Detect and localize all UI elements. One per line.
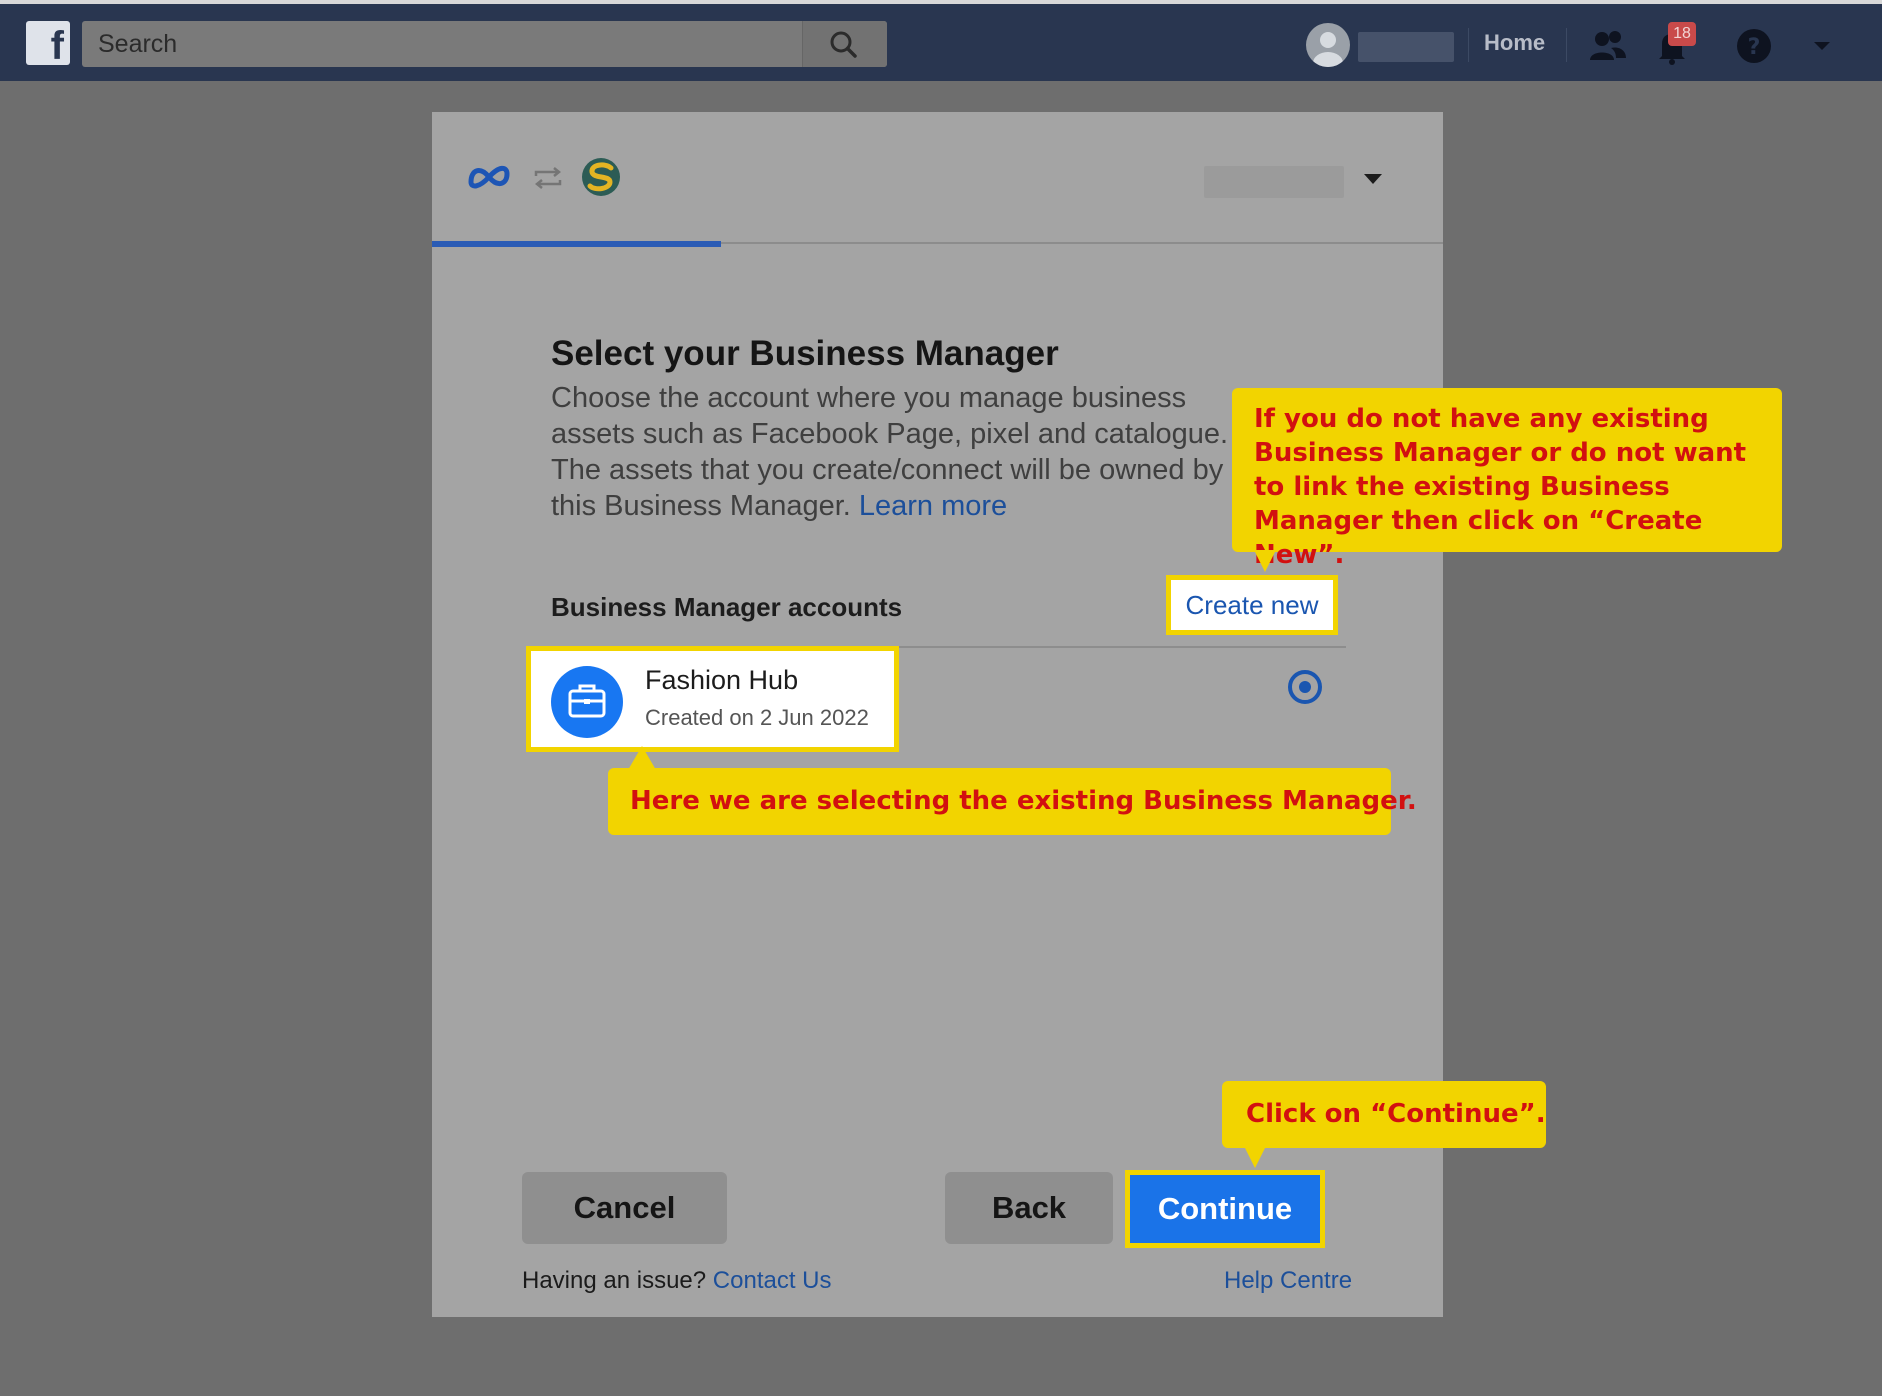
nav-home-link[interactable]: Home	[1484, 30, 1545, 56]
continue-highlight: Continue	[1125, 1170, 1325, 1248]
account-name-redacted[interactable]	[1204, 166, 1344, 198]
continue-button[interactable]: Continue	[1130, 1175, 1320, 1243]
create-new-callout: If you do not have any existing Business…	[1232, 388, 1782, 570]
account-name: Fashion Hub	[645, 665, 799, 695]
facebook-topbar: f Home 18	[0, 0, 1882, 81]
section-label: Business Manager accounts	[551, 592, 903, 622]
notifications-badge: 18	[1668, 22, 1696, 46]
help-icon[interactable]: ?	[1732, 24, 1776, 68]
search-input[interactable]	[82, 21, 802, 67]
search-icon	[830, 31, 857, 58]
search-button[interactable]	[802, 21, 887, 67]
dialog-header	[432, 112, 1443, 242]
facebook-logo-icon[interactable]: f	[26, 21, 70, 65]
account-radio-selected[interactable]	[1288, 670, 1322, 704]
continue-callout-tail	[1244, 1146, 1266, 1168]
select-account-callout-tail	[628, 746, 656, 770]
continue-callout: Click on “Continue”.	[1222, 1081, 1546, 1148]
create-new-link[interactable]: Create new	[1166, 575, 1338, 635]
user-silhouette-icon	[1313, 32, 1343, 67]
create-new-callout-tail	[1254, 550, 1276, 572]
briefcase-icon	[551, 666, 623, 738]
sync-arrows-icon	[534, 167, 562, 189]
search-box	[82, 21, 887, 67]
account-menu-chevron-down-icon[interactable]	[1800, 24, 1844, 68]
select-account-callout: Here we are selecting the existing Busin…	[608, 768, 1417, 835]
meta-logo-icon	[468, 165, 510, 189]
footer-issue: Having an issue? Contact Us	[522, 1267, 832, 1295]
nav-divider	[1566, 28, 1567, 62]
dialog-title: Select your Business Manager	[551, 334, 1059, 373]
learn-more-link[interactable]: Learn more	[859, 490, 1007, 522]
business-account-item[interactable]: Fashion Hub Created on 2 Jun 2022	[526, 646, 899, 752]
friends-icon[interactable]	[1586, 24, 1630, 68]
nav-divider	[1468, 28, 1469, 62]
app-logo-icon	[582, 158, 620, 196]
issue-text: Having an issue?	[522, 1267, 707, 1294]
progress-fill	[432, 241, 721, 247]
account-switcher-chevron-down-icon[interactable]	[1364, 174, 1382, 184]
profile-avatar[interactable]	[1306, 23, 1350, 67]
contact-us-link[interactable]: Contact Us	[713, 1267, 832, 1294]
account-created-date: Created on 2 Jun 2022	[645, 705, 869, 730]
svg-text:?: ?	[1748, 35, 1761, 60]
footer-help: Help Centre	[1224, 1267, 1352, 1295]
back-button[interactable]: Back	[945, 1172, 1113, 1244]
radio-dot	[1299, 681, 1311, 693]
profile-name-redacted[interactable]	[1358, 32, 1454, 62]
help-centre-link[interactable]: Help Centre	[1224, 1267, 1352, 1294]
dialog-description: Choose the account where you manage busi…	[551, 380, 1241, 524]
cancel-button[interactable]: Cancel	[522, 1172, 727, 1244]
